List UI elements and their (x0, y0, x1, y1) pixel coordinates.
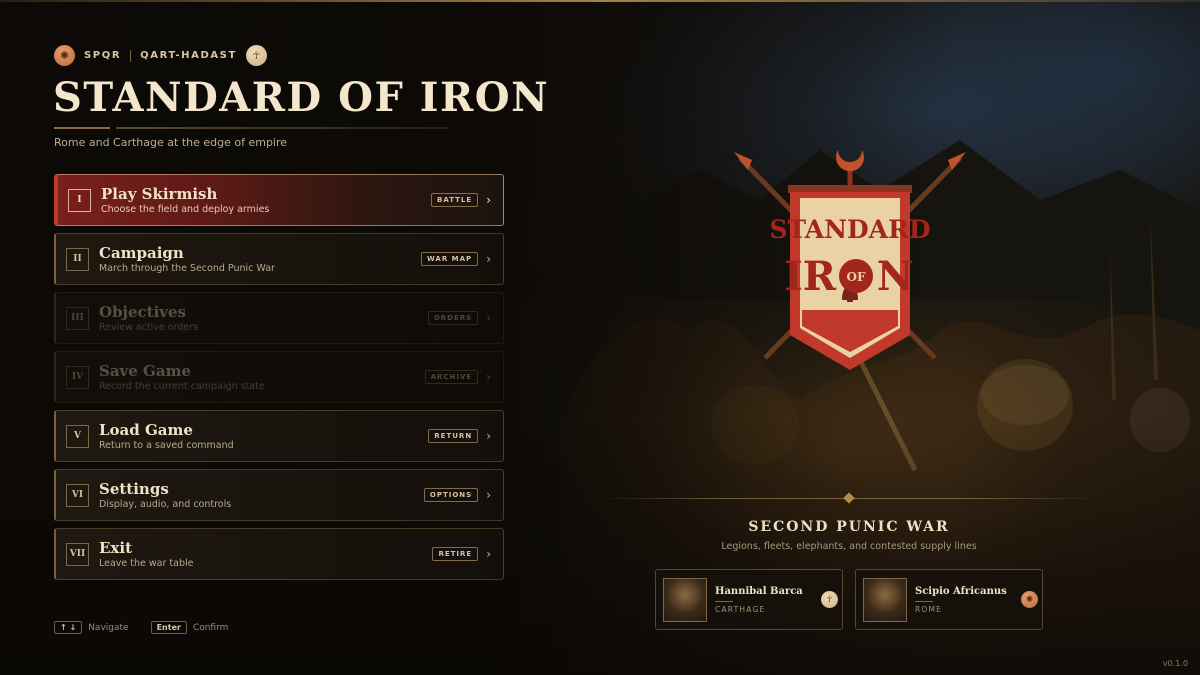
menu-item-tag: ARCHIVE (424, 370, 479, 384)
commander-name: Hannibal Barca (715, 585, 803, 597)
title-underline (54, 127, 449, 129)
control-hints: ↑ ↓ Navigate Enter Confirm (54, 621, 228, 634)
enter-key-hint: Enter (150, 621, 187, 634)
faction-label-rome: SPQR (84, 50, 122, 61)
faction-row: ✺ SPQR QART-HADAST ☥ (54, 45, 267, 66)
menu-numeral: V (66, 424, 89, 448)
tanit-seal-icon: ☥ (245, 45, 267, 66)
chevron-right-icon: › (486, 547, 491, 561)
menu-item-description: Choose the field and deploy armies (101, 204, 270, 215)
commander-rule (915, 600, 933, 602)
menu-item-description: Display, audio, and controls (99, 499, 232, 510)
menu-item-label: Settings (99, 480, 169, 498)
menu-item-description: Review active orders (99, 322, 199, 333)
version-label: v0.1.0 (1162, 659, 1188, 668)
war-subtitle: Legions, fleets, elephants, and conteste… (721, 541, 977, 552)
menu-item-tag: BATTLE (431, 193, 479, 207)
menu-numeral: VII (66, 542, 89, 566)
arrow-keys-hint: ↑ ↓ (54, 621, 83, 634)
emblem-title-n: N (877, 253, 914, 300)
commander-rule (715, 600, 733, 602)
menu-numeral: II (66, 247, 89, 271)
chevron-right-icon: › (486, 311, 491, 325)
emblem-title-of: OF (847, 270, 866, 284)
commander-card-hannibal[interactable]: Hannibal Barca CARTHAGE ☥ (655, 569, 843, 630)
game-title: STANDARD OF IRON (53, 74, 550, 121)
menu-item-play-skirmish[interactable]: I Play Skirmish Choose the field and dep… (54, 174, 504, 226)
chevron-right-icon: › (486, 370, 491, 384)
commander-portrait (863, 577, 907, 622)
war-title: SECOND PUNIC WAR (748, 519, 950, 535)
chevron-right-icon: › (486, 252, 491, 266)
menu-item-settings[interactable]: VI Settings Display, audio, and controls… (54, 469, 504, 521)
menu-item-tag: OPTIONS (423, 488, 479, 502)
menu-item-campaign[interactable]: II Campaign March through the Second Pun… (54, 233, 504, 285)
menu-item-tag: WAR MAP (421, 252, 479, 266)
commander-card-scipio[interactable]: Scipio Africanus ROME ✺ (855, 569, 1043, 630)
laurel-seal-icon: ✺ (1021, 591, 1038, 608)
faction-divider (130, 49, 132, 62)
menu-item-tag: ORDERS (427, 311, 479, 325)
chevron-right-icon: › (486, 193, 491, 207)
menu-item-save-game: IV Save Game Record the current campaign… (54, 351, 504, 403)
menu-item-label: Campaign (99, 244, 184, 262)
commander-faction: CARTHAGE (715, 604, 766, 614)
menu-item-description: Return to a saved command (99, 440, 234, 451)
confirm-hint-label: Confirm (192, 622, 229, 633)
menu-item-tag: RETIRE (432, 547, 479, 561)
menu-item-label: Play Skirmish (101, 185, 218, 203)
chevron-right-icon: › (486, 488, 491, 502)
menu-item-description: Record the current campaign state (99, 381, 265, 392)
menu-item-tag: RETURN (428, 429, 479, 443)
menu-item-label: Load Game (99, 421, 193, 439)
commander-portrait (663, 577, 707, 622)
navigate-hint-label: Navigate (88, 622, 129, 633)
menu-item-description: Leave the war table (99, 558, 194, 569)
menu-numeral: I (68, 188, 91, 212)
tanit-seal-icon: ☥ (821, 591, 838, 608)
menu-item-exit[interactable]: VII Exit Leave the war table RETIRE › (54, 528, 504, 580)
emblem-title-line1: STANDARD (769, 215, 930, 244)
laurel-seal-icon: ✺ (54, 45, 75, 66)
menu-item-objectives: III Objectives Review active orders ORDE… (54, 292, 504, 344)
top-border (0, 0, 1200, 2)
menu-numeral: III (66, 306, 89, 330)
menu-numeral: IV (66, 365, 89, 389)
standard-banner-emblem: STANDARD IR OF N (734, 150, 966, 370)
menu-item-description: March through the Second Punic War (99, 263, 275, 274)
menu-numeral: VI (66, 483, 89, 507)
chevron-right-icon: › (486, 429, 491, 443)
faction-label-carthage: QART-HADAST (140, 50, 237, 61)
commander-faction: ROME (915, 604, 943, 614)
menu-item-label: Save Game (99, 362, 191, 380)
menu-item-label: Objectives (99, 303, 186, 321)
menu-item-load-game[interactable]: V Load Game Return to a saved command RE… (54, 410, 504, 462)
menu-item-label: Exit (99, 539, 133, 557)
game-subtitle: Rome and Carthage at the edge of empire (54, 136, 288, 149)
commander-name: Scipio Africanus (915, 585, 1007, 597)
emblem-title-ir: IR (784, 253, 837, 300)
